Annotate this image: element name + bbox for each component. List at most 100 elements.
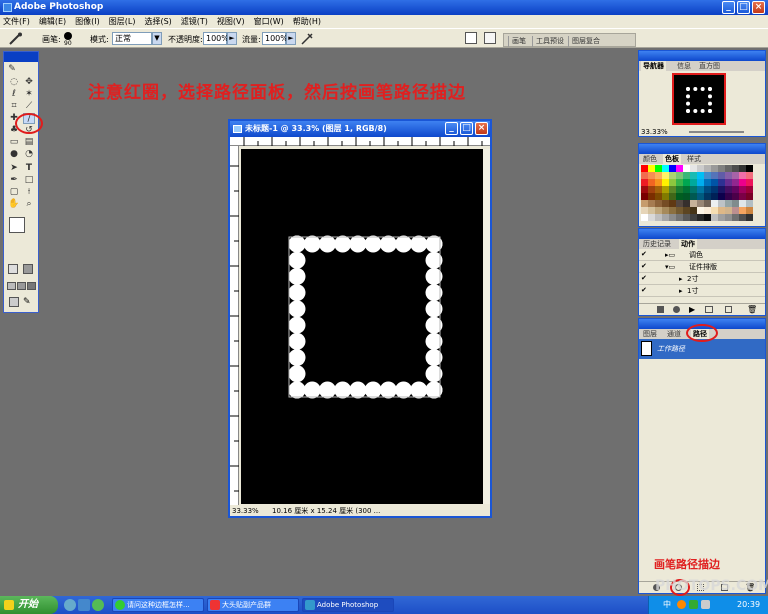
check-icon[interactable]: ✔ [641,263,648,270]
swatch-grid[interactable] [641,165,759,223]
tab-swatches[interactable]: 色板 [663,154,681,164]
color-swatch[interactable] [648,165,655,172]
tab-histogram[interactable]: 直方图 [697,61,722,71]
color-swatch[interactable] [718,172,725,179]
color-swatch[interactable] [746,193,753,200]
tab-history[interactable]: 历史记录 [641,239,673,249]
menu-filter[interactable]: 滤镜(T) [181,16,208,27]
trash-icon[interactable]: 🗑 [747,305,757,314]
menu-image[interactable]: 图像(I) [75,16,100,27]
color-swatch[interactable] [704,179,711,186]
ime-indicator[interactable]: 中 [663,596,671,614]
color-swatch[interactable] [648,186,655,193]
color-swatch[interactable] [718,186,725,193]
color-swatch[interactable] [641,165,648,172]
brush-icon[interactable] [8,32,24,46]
check-icon[interactable]: ✔ [641,251,648,258]
color-swatch[interactable] [669,165,676,172]
color-swatch[interactable] [669,200,676,207]
move-tool-icon[interactable]: ✥ [23,77,35,88]
color-swatch[interactable] [641,200,648,207]
color-swatch[interactable] [697,200,704,207]
color-swatch[interactable] [662,165,669,172]
color-swatch[interactable] [725,172,732,179]
color-swatch[interactable] [718,207,725,214]
color-swatch[interactable] [655,207,662,214]
color-swatch[interactable] [711,214,718,221]
color-swatch[interactable] [655,200,662,207]
color-swatch[interactable] [655,186,662,193]
color-swatch[interactable] [739,193,746,200]
color-swatch[interactable] [697,186,704,193]
color-swatch[interactable] [690,207,697,214]
color-swatch[interactable] [739,214,746,221]
color-swatch[interactable] [662,186,669,193]
type-tool-icon[interactable]: T [23,163,35,174]
navigator-zoom[interactable]: 33.33% [641,128,668,136]
color-swatch[interactable] [669,179,676,186]
dodge-tool-icon[interactable]: ◔ [23,149,35,160]
color-swatch[interactable] [746,179,753,186]
color-swatch[interactable] [690,214,697,221]
color-swatch[interactable] [718,193,725,200]
action-row[interactable]: ✔ ▸ 2寸 [639,273,765,285]
color-swatch[interactable] [704,193,711,200]
color-swatch[interactable] [683,193,690,200]
opacity-arrow[interactable]: ► [227,32,237,45]
action-row[interactable]: ✔ ▸ 1寸 [639,285,765,297]
zoom-tool-icon[interactable]: ⌕ [23,199,35,210]
menu-window[interactable]: 窗口(W) [254,16,284,27]
doc-close-button[interactable]: × [475,122,488,135]
tab-channels[interactable]: 通道 [665,329,683,339]
color-swatch[interactable] [725,200,732,207]
color-swatch[interactable] [641,179,648,186]
start-button[interactable]: 开始 [0,596,58,614]
menu-select[interactable]: 选择(S) [144,16,171,27]
well-tab-brushes[interactable]: 画笔 [508,36,529,47]
shape-tool-icon[interactable]: □ [23,175,35,186]
stop-icon[interactable] [657,306,664,313]
mode-select[interactable]: 正常 [112,32,152,45]
color-swatch[interactable] [704,165,711,172]
color-swatch[interactable] [641,193,648,200]
color-swatch[interactable] [655,193,662,200]
opacity-input[interactable]: 100% [203,32,229,45]
color-swatch[interactable] [725,186,732,193]
color-swatch[interactable] [746,214,753,221]
action-set-row[interactable]: ✔ ▾▭ 证件排版 [639,261,765,273]
color-swatch[interactable] [697,207,704,214]
color-swatch[interactable] [683,165,690,172]
maximize-button[interactable]: □ [737,1,750,14]
tray-app-icon[interactable] [677,600,686,609]
color-swatch[interactable] [690,200,697,207]
color-swatch[interactable] [669,193,676,200]
color-swatch[interactable] [648,214,655,221]
color-swatch[interactable] [676,179,683,186]
color-swatch[interactable] [725,165,732,172]
slice-tool-icon[interactable]: ⟋ [23,101,35,112]
blur-tool-icon[interactable]: ● [8,149,20,160]
color-swatch[interactable] [718,200,725,207]
color-swatch[interactable] [718,214,725,221]
color-swatch[interactable] [648,207,655,214]
color-swatch[interactable] [676,186,683,193]
color-swatch[interactable] [641,207,648,214]
color-swatch[interactable] [746,200,753,207]
color-swatch[interactable] [697,179,704,186]
taskbar-item-photoshop[interactable]: Adobe Photoshop [302,598,394,612]
tab-actions[interactable]: 动作 [679,239,697,249]
color-swatch[interactable] [655,165,662,172]
new-doc-icon[interactable] [484,32,496,44]
color-swatch[interactable] [662,207,669,214]
navigator-thumbnail[interactable] [672,73,726,125]
color-swatch[interactable] [739,172,746,179]
action-set-row[interactable]: ✔ ▸▭ 调色 [639,249,765,261]
tab-color[interactable]: 颜色 [641,154,659,164]
eraser-tool-icon[interactable]: ▭ [8,137,20,148]
color-swatch[interactable] [718,179,725,186]
color-swatch[interactable] [732,186,739,193]
color-swatch[interactable] [725,193,732,200]
color-swatch[interactable] [739,207,746,214]
color-swatch[interactable] [662,179,669,186]
color-swatch[interactable] [746,207,753,214]
